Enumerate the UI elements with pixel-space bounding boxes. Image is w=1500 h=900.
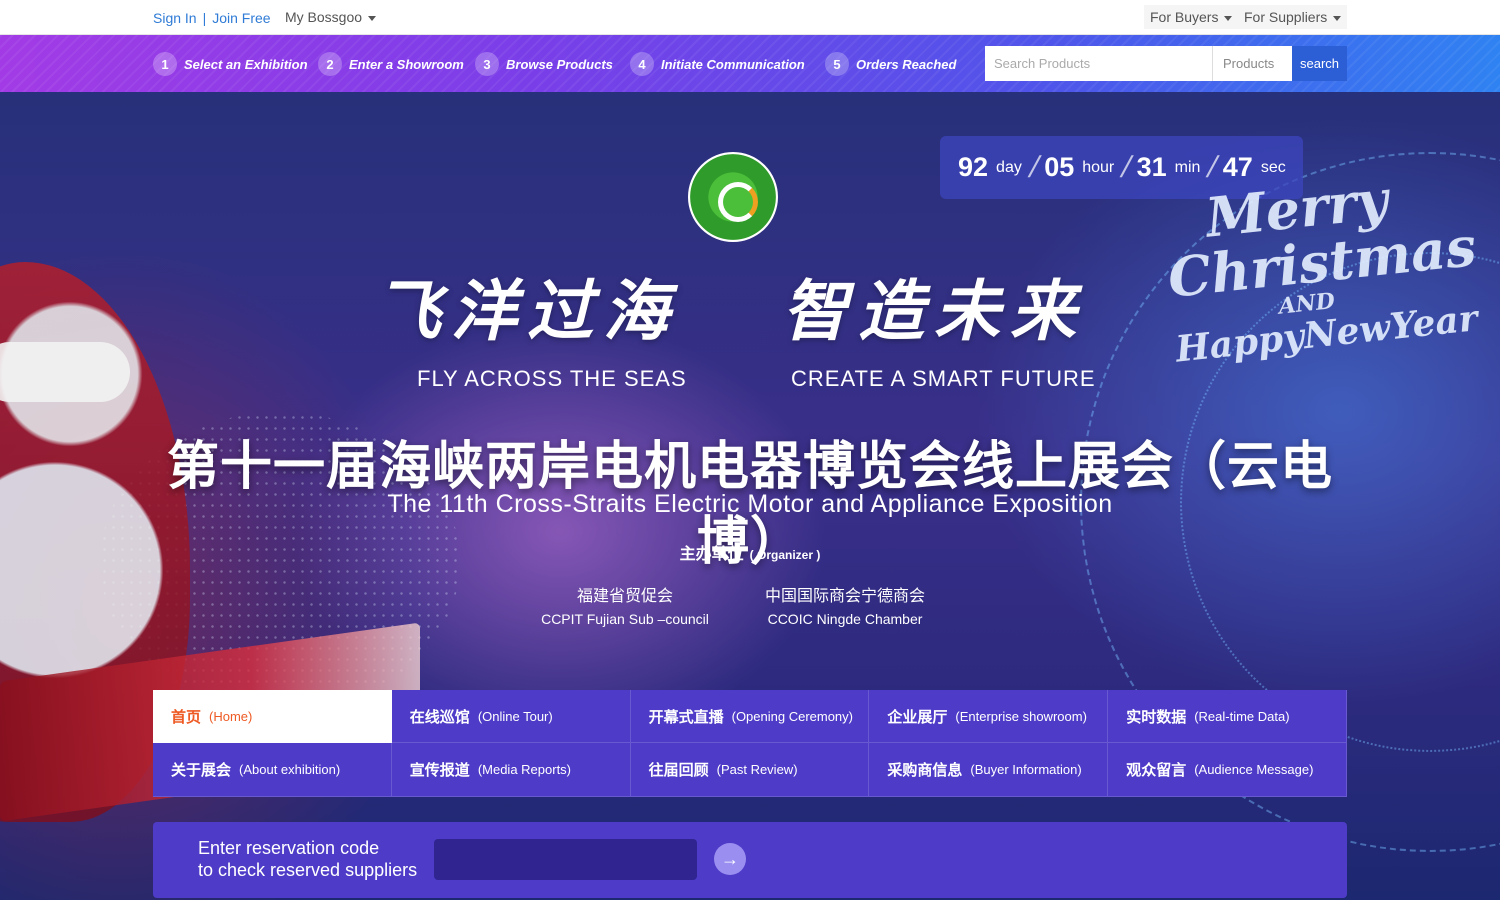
reservation-panel: Enter reservation code to check reserved… xyxy=(153,822,1347,898)
nav-enterprise-showroom[interactable]: 企业展厅 (Enterprise showroom) xyxy=(869,690,1109,743)
countdown-days-unit: day xyxy=(996,158,1022,176)
slogan-right-chinese: 智造未来 xyxy=(782,272,1086,350)
step-label: Initiate Communication xyxy=(661,56,805,72)
my-bossgoo-label: My Bossgoo xyxy=(285,9,363,25)
nav-label-english: (Past Review) xyxy=(716,762,798,777)
merry-christmas-artwork: Merry Christmas AND HappyNewYear xyxy=(1160,166,1480,371)
nav-online-tour[interactable]: 在线巡馆 (Online Tour) xyxy=(391,690,631,743)
organizer-ccpit-english: CCPIT Fujian Sub –council xyxy=(541,611,709,627)
organizer-heading-chinese: 主办单位 xyxy=(679,546,744,563)
nav-label-english: (Opening Ceremony) xyxy=(731,708,853,724)
nav-label-english: (Enterprise showroom) xyxy=(955,708,1087,724)
organizer-ccoic: 中国国际商会宁德商会 CCOIC Ningde Chamber xyxy=(755,582,935,627)
exposition-title-english: The 11th Cross-Straits Electric Motor an… xyxy=(387,490,1113,518)
step-number: 1 xyxy=(153,52,177,76)
countdown-seconds: 47 xyxy=(1222,152,1253,182)
santa-beard-illustration xyxy=(0,342,130,402)
nav-buyer-information[interactable]: 采购商信息 (Buyer Information) xyxy=(869,743,1109,797)
step-orders-reached[interactable]: 5 Orders Reached xyxy=(825,52,956,76)
step-initiate-communication[interactable]: 4 Initiate Communication xyxy=(630,52,805,76)
slogan-left-english: FLY ACROSS THE SEAS xyxy=(417,366,687,391)
step-browse-products[interactable]: 3 Browse Products xyxy=(475,52,613,76)
nav-label-english: (Buyer Information) xyxy=(970,762,1082,777)
nav-opening-ceremony[interactable]: 开幕式直播 (Opening Ceremony) xyxy=(630,690,870,743)
nav-label-english: (Online Tour) xyxy=(477,708,553,724)
nav-label-chinese: 宣传报道 xyxy=(409,762,470,779)
for-buyers-menu[interactable]: For Buyers xyxy=(1144,5,1239,29)
step-number: 3 xyxy=(475,52,499,76)
for-suppliers-label: For Suppliers xyxy=(1244,9,1328,25)
caret-down-icon xyxy=(1333,15,1342,21)
slogan-right-english: CREATE A SMART FUTURE xyxy=(791,366,1096,391)
my-bossgoo-menu[interactable]: My Bossgoo xyxy=(285,9,377,25)
search-category-select[interactable]: Products xyxy=(1212,46,1292,81)
organizer-ccoic-english: CCOIC Ningde Chamber xyxy=(767,611,923,627)
countdown-separator: / xyxy=(1204,150,1222,184)
auth-separator: | xyxy=(202,10,207,26)
search-input[interactable] xyxy=(985,46,1212,81)
reservation-label-line2: to check reserved suppliers xyxy=(198,860,418,880)
arrow-right-icon: → xyxy=(721,848,739,869)
step-label: Select an Exhibition xyxy=(184,56,308,72)
step-number: 4 xyxy=(630,52,654,76)
search-button[interactable]: search xyxy=(1292,46,1347,81)
step-number: 2 xyxy=(318,52,342,76)
countdown-separator: / xyxy=(1025,150,1043,184)
for-buyers-label: For Buyers xyxy=(1150,9,1219,25)
nav-label-chinese: 开幕式直播 xyxy=(648,708,724,726)
caret-down-icon xyxy=(368,15,377,21)
nav-label-english: (About exhibition) xyxy=(239,762,341,777)
nav-label-chinese: 实时数据 xyxy=(1126,708,1187,726)
reservation-submit-button[interactable]: → xyxy=(714,843,746,875)
step-label: Browse Products xyxy=(506,56,613,72)
step-enter-showroom[interactable]: 2 Enter a Showroom xyxy=(318,52,464,76)
nav-label-chinese: 观众留言 xyxy=(1126,762,1187,779)
reservation-code-input[interactable] xyxy=(434,839,697,880)
organizer-ccpit: 福建省贸促会 CCPIT Fujian Sub –council xyxy=(535,582,715,627)
step-number: 5 xyxy=(825,52,849,76)
nav-label-chinese: 首页 xyxy=(171,708,202,726)
reservation-label: Enter reservation code to check reserved… xyxy=(198,837,417,881)
nav-label-chinese: 采购商信息 xyxy=(887,762,963,779)
step-label: Enter a Showroom xyxy=(349,56,464,72)
nav-home[interactable]: 首页 (Home) xyxy=(153,690,392,743)
countdown-minutes-unit: min xyxy=(1174,158,1201,176)
nav-label-english: (Home) xyxy=(209,708,253,724)
top-bar: Sign In | Join Free My Bossgoo For Buyers … xyxy=(0,0,1500,35)
join-free-link[interactable]: Join Free xyxy=(212,10,270,26)
step-select-exhibition[interactable]: 1 Select an Exhibition xyxy=(153,52,308,76)
expo-logo-icon xyxy=(688,152,778,242)
countdown-days: 92 xyxy=(958,152,989,182)
for-suppliers-menu[interactable]: For Suppliers xyxy=(1238,5,1348,29)
caret-down-icon xyxy=(1224,15,1233,21)
slogan-left-chinese: 飞洋过海 xyxy=(375,272,679,350)
nav-label-english: (Audience Message) xyxy=(1194,762,1314,777)
step-label: Orders Reached xyxy=(856,56,957,72)
countdown-seconds-unit: sec xyxy=(1260,158,1286,176)
nav-audience-message[interactable]: 观众留言 (Audience Message) xyxy=(1108,743,1347,797)
nav-media-reports[interactable]: 宣传报道 (Media Reports) xyxy=(391,743,631,797)
organizer-heading-english: ( Organizer ) xyxy=(749,548,821,562)
countdown-minutes: 31 xyxy=(1136,152,1167,182)
organizer-ccoic-chinese: 中国国际商会宁德商会 xyxy=(764,588,925,605)
countdown-hours-unit: hour xyxy=(1082,158,1115,176)
exhibition-nav-grid: 首页 (Home) 在线巡馆 (Online Tour) 开幕式直播 (Opening… xyxy=(153,690,1347,797)
countdown-separator: / xyxy=(1117,150,1136,184)
nav-real-time-data[interactable]: 实时数据 (Real-time Data) xyxy=(1108,690,1347,743)
organizer-ccpit-chinese: 福建省贸促会 xyxy=(576,588,673,605)
organizer-heading: 主办单位 ( Organizer ) xyxy=(150,540,1350,564)
nav-label-chinese: 关于展会 xyxy=(171,762,232,779)
nav-about-exhibition[interactable]: 关于展会 (About exhibition) xyxy=(153,743,392,797)
nav-label-chinese: 往届回顾 xyxy=(648,762,709,779)
nav-label-english: (Real-time Data) xyxy=(1194,708,1290,724)
reservation-label-line1: Enter reservation code xyxy=(198,838,380,858)
auth-links: Sign In | Join Free xyxy=(153,10,271,26)
nav-label-chinese: 企业展厅 xyxy=(887,708,948,726)
sign-in-link[interactable]: Sign In xyxy=(153,10,197,26)
nav-label-english: (Media Reports) xyxy=(477,762,572,777)
countdown-hours: 05 xyxy=(1044,152,1075,182)
nav-past-review[interactable]: 往届回顾 (Past Review) xyxy=(630,743,870,797)
nav-label-chinese: 在线巡馆 xyxy=(409,708,470,726)
